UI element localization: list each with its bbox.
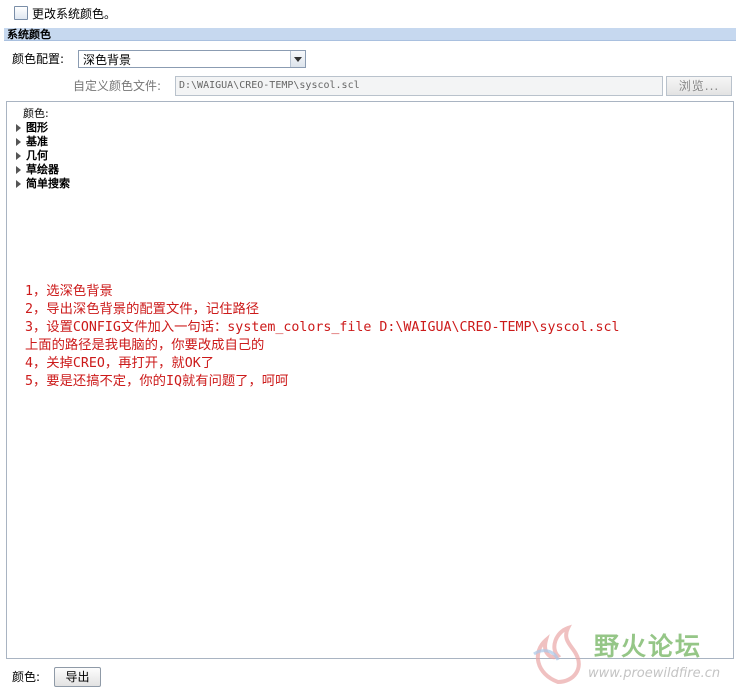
chevron-down-icon — [294, 56, 302, 62]
annotation-line: 2，导出深色背景的配置文件，记住路径 — [25, 302, 260, 317]
section-header-system-colors: 系统颜色 — [4, 28, 736, 41]
custom-color-file-label: 自定义颜色文件: — [73, 79, 162, 93]
footer-color-label: 颜色: — [12, 670, 41, 684]
color-tree-panel: 颜色: 图形 基准 几何 草绘器 简单搜索 1，选深色背景 2，导出深色背景的配… — [6, 101, 734, 659]
annotation-line: 3，设置CONFIG文件加入一句话：system_colors_file D:\… — [25, 320, 620, 335]
custom-color-file-input[interactable]: D:\WAIGUA\CREO-TEMP\syscol.scl — [175, 76, 663, 96]
tree-item-geometry[interactable]: 几何 — [16, 149, 48, 163]
annotation-line: 4，关掉CREO，再打开，就OK了 — [25, 356, 215, 371]
tree-item-label: 基准 — [26, 135, 48, 148]
color-config-value: 深色背景 — [83, 52, 132, 67]
dropdown-button[interactable] — [290, 51, 305, 67]
watermark-title: 野火论坛 — [594, 632, 703, 661]
annotation-line: 上面的路径是我电脑的，你要改成自己的 — [25, 338, 265, 353]
watermark-url: www.proewildfire.cn — [588, 666, 721, 681]
tree-item-sketcher[interactable]: 草绘器 — [16, 163, 59, 177]
expand-triangle-icon[interactable] — [16, 124, 21, 132]
tree-item-graphics[interactable]: 图形 — [16, 121, 48, 135]
tree-item-label: 图形 — [26, 121, 48, 134]
tree-root-label: 颜色: — [23, 107, 49, 120]
tree-item-label: 几何 — [26, 149, 48, 162]
expand-triangle-icon[interactable] — [16, 138, 21, 146]
forum-watermark: 野火论坛 www.proewildfire.cn — [528, 624, 732, 686]
annotation-line: 1，选深色背景 — [25, 284, 113, 299]
color-config-select[interactable]: 深色背景 — [78, 50, 306, 68]
tree-item-label: 简单搜索 — [26, 177, 70, 190]
flame-logo-icon — [533, 624, 581, 685]
expand-triangle-icon[interactable] — [16, 180, 21, 188]
expand-triangle-icon[interactable] — [16, 166, 21, 174]
browse-button[interactable]: 浏览... — [666, 76, 732, 96]
export-button[interactable]: 导出 — [54, 667, 101, 687]
change-system-colors-label: 更改系统颜色。 — [32, 6, 117, 21]
expand-triangle-icon[interactable] — [16, 152, 21, 160]
tree-item-datum[interactable]: 基准 — [16, 135, 48, 149]
color-config-label: 颜色配置: — [12, 52, 65, 66]
annotation-line: 5，要是还搞不定，你的IQ就有问题了，呵呵 — [25, 374, 289, 389]
tree-item-simple-search[interactable]: 简单搜索 — [16, 177, 70, 191]
checkbox-icon[interactable] — [14, 6, 28, 20]
change-system-colors-row[interactable]: 更改系统颜色。 — [14, 4, 116, 22]
tree-item-label: 草绘器 — [26, 163, 59, 176]
